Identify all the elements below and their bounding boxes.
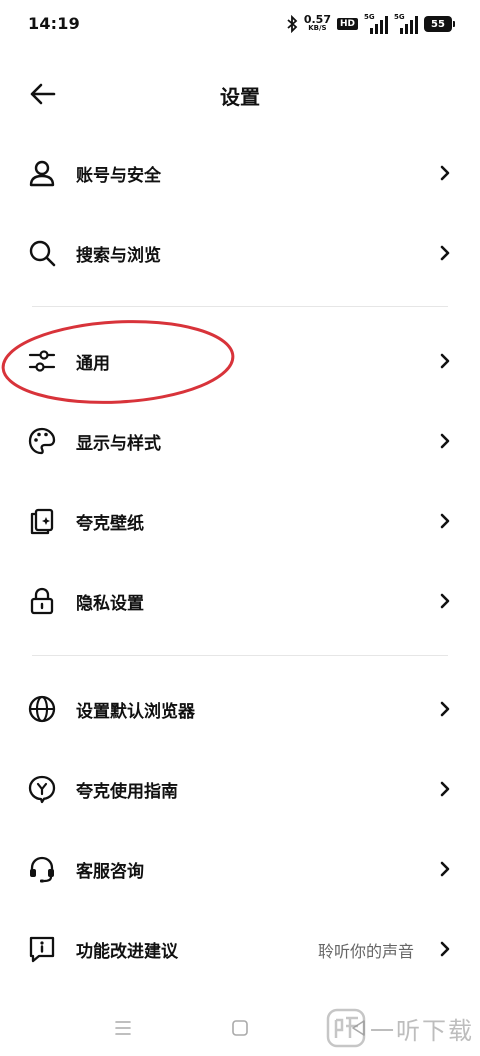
guide-icon	[28, 775, 56, 804]
signal-1: 5G	[364, 13, 388, 34]
hd-badge: HD	[336, 18, 358, 30]
settings-item-search-browse[interactable]: 搜索与浏览	[0, 221, 480, 285]
chevron-right-icon	[440, 433, 450, 449]
network-speed-value: 0.57	[303, 13, 331, 26]
page-title: 设置	[220, 85, 260, 109]
lock-icon	[30, 587, 54, 615]
settings-item-feedback[interactable]: 功能改进建议 聆听你的声音	[0, 917, 480, 981]
chevron-right-icon	[440, 165, 450, 181]
battery-icon: 55	[424, 16, 455, 32]
settings-item-user-guide[interactable]: 夸克使用指南	[0, 757, 480, 821]
watermark: 一听下载	[326, 1008, 474, 1048]
settings-item-label: 设置默认浏览器	[76, 702, 195, 722]
battery-level: 55	[431, 18, 445, 30]
signal-2: 5G	[394, 13, 418, 34]
settings-item-label: 客服咨询	[76, 862, 144, 882]
bluetooth-icon	[287, 15, 298, 33]
settings-item-display-style[interactable]: 显示与样式	[0, 409, 480, 473]
status-bar: 14:19 0.57 KB/S HD 5G 5G 55	[0, 0, 480, 48]
settings-item-label: 功能改进建议	[76, 942, 178, 962]
person-icon	[29, 160, 55, 187]
settings-item-privacy[interactable]: 隐私设置	[0, 569, 480, 633]
globe-icon	[28, 695, 56, 723]
settings-item-customer-service[interactable]: 客服咨询	[0, 837, 480, 901]
chevron-right-icon	[440, 941, 450, 957]
watermark-text: 一听下载	[370, 1016, 474, 1045]
status-icons: 0.57 KB/S HD 5G 5G 55	[286, 12, 455, 36]
headset-icon	[30, 856, 54, 883]
chevron-right-icon	[440, 781, 450, 797]
feedback-icon	[29, 936, 55, 963]
settings-item-label: 账号与安全	[76, 166, 161, 186]
settings-item-label: 通用	[76, 354, 110, 374]
settings-item-quark-wallpaper[interactable]: 夸克壁纸	[0, 489, 480, 553]
settings-item-label: 夸克壁纸	[76, 514, 144, 534]
sliders-icon	[28, 350, 56, 372]
menu-icon[interactable]	[109, 1014, 137, 1042]
settings-item-account-security[interactable]: 账号与安全	[0, 141, 480, 205]
arrow-left-icon	[30, 83, 56, 105]
chevron-right-icon	[440, 593, 450, 609]
signal-1-label: 5G	[364, 13, 375, 21]
settings-item-label: 夸克使用指南	[76, 782, 178, 802]
chevron-right-icon	[440, 701, 450, 717]
settings-item-value: 聆听你的声音	[317, 942, 414, 961]
chevron-right-icon	[440, 513, 450, 529]
section-divider	[32, 655, 448, 656]
settings-item-label: 隐私设置	[76, 594, 144, 614]
palette-icon	[28, 427, 56, 455]
chevron-right-icon	[440, 861, 450, 877]
chevron-right-icon	[440, 353, 450, 369]
network-speed: 0.57 KB/S	[303, 13, 331, 33]
watermark-logo-icon	[326, 1008, 366, 1048]
status-time: 14:19	[28, 14, 80, 33]
home-square-icon[interactable]	[226, 1014, 254, 1042]
chevron-right-icon	[440, 245, 450, 261]
header: 设置	[0, 64, 480, 124]
network-speed-unit: KB/S	[308, 24, 327, 32]
search-icon	[29, 240, 56, 267]
settings-item-label: 搜索与浏览	[76, 246, 161, 266]
settings-item-label: 显示与样式	[76, 434, 161, 454]
wallpaper-icon	[30, 508, 54, 535]
settings-item-general[interactable]: 通用	[0, 329, 480, 393]
signal-2-label: 5G	[394, 13, 405, 21]
back-button[interactable]	[22, 76, 62, 112]
section-divider	[32, 306, 448, 307]
settings-item-default-browser[interactable]: 设置默认浏览器	[0, 677, 480, 741]
